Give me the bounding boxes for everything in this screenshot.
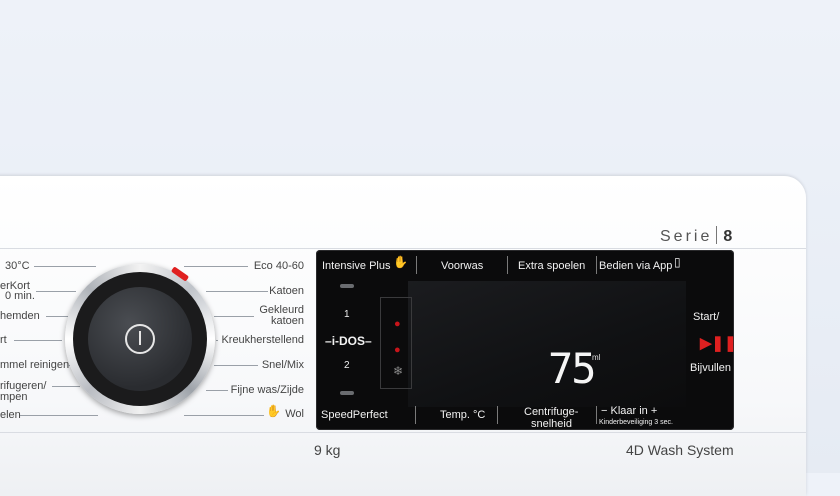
intensive-plus-button[interactable]: Intensive Plus	[322, 260, 390, 272]
program-selector-dial[interactable]	[65, 264, 215, 414]
control-panel-top-edge	[0, 248, 806, 249]
program-tick	[206, 390, 228, 391]
program-left-3: hemden	[0, 310, 40, 322]
idos-label[interactable]: –i-DOS–	[325, 334, 372, 348]
program-left-7: elen	[0, 409, 21, 421]
start-label: Start/	[693, 311, 720, 323]
program-tick	[184, 415, 264, 416]
control-panel-bottom-edge	[0, 432, 806, 433]
program-left-6b: mpen	[0, 391, 28, 403]
wool-icon: ✋	[266, 404, 281, 418]
temp-button[interactable]: Temp. °C	[440, 409, 485, 421]
serie-logo: Serie 8	[660, 226, 732, 246]
speedperfect-button[interactable]: SpeedPerfect	[321, 409, 388, 421]
program-tick	[14, 340, 62, 341]
extra-spoelen-button[interactable]: Extra spoelen	[518, 260, 585, 272]
program-left-2b: 0 min.	[5, 290, 35, 302]
power-button[interactable]	[88, 287, 192, 391]
separator	[415, 406, 416, 424]
separator	[416, 256, 417, 274]
separator	[507, 256, 508, 274]
child-lock-hint: Kinderbeveiliging 3 sec.	[599, 419, 673, 426]
bedien-via-app-button[interactable]: Bedien via App	[599, 260, 672, 272]
program-tick	[34, 266, 96, 267]
idos-slot-2[interactable]: 2	[344, 360, 350, 371]
serie-word: Serie	[660, 228, 713, 245]
bijvullen-label: Bijvullen	[690, 362, 731, 374]
program-eco: Eco 40-60	[253, 260, 304, 272]
voorwas-button[interactable]: Voorwas	[441, 260, 483, 272]
program-tick	[46, 316, 68, 317]
program-tick	[206, 291, 268, 292]
play-pause-icon[interactable]: ▶❚❚	[700, 334, 737, 352]
separator	[596, 256, 597, 274]
klaar-in-button[interactable]: − Klaar in +	[601, 405, 657, 417]
program-snel-mix: Snel/Mix	[261, 359, 304, 371]
divider	[716, 226, 718, 244]
idos-slot-1[interactable]: 1	[344, 309, 350, 320]
program-wol: Wol	[285, 408, 304, 420]
centrifuge-button[interactable]: Centrifuge-	[524, 406, 578, 418]
hand-icon: ✋	[393, 255, 408, 269]
program-tick	[20, 415, 98, 416]
program-tick	[214, 316, 254, 317]
dial-ring	[73, 272, 207, 406]
idos-led-bottom	[340, 391, 354, 395]
program-tick	[214, 365, 258, 366]
separator	[596, 406, 597, 424]
idos-label-text: i-DOS	[331, 334, 366, 348]
dose-value: 75	[548, 344, 597, 393]
idos-led-top	[340, 284, 354, 288]
program-kreukherstellend: Kreukherstellend	[221, 334, 304, 346]
program-tick	[36, 291, 76, 292]
system-label: 4D Wash System	[626, 442, 734, 458]
separator	[497, 406, 498, 424]
dose-unit: ml	[592, 353, 601, 362]
capacity-label: 9 kg	[314, 442, 341, 458]
program-katoen: Katoen	[269, 285, 304, 297]
snowflake-icon: ❄	[393, 364, 404, 378]
program-left-5: mmel reinigen	[0, 359, 70, 371]
serie-number: 8	[723, 228, 733, 245]
power-icon	[125, 324, 155, 354]
program-gekleurd-2: katoen	[270, 315, 304, 327]
program-tick	[184, 266, 248, 267]
drop-icon: ●	[394, 318, 401, 330]
display-window	[408, 281, 686, 407]
program-fijne-was: Fijne was/Zijde	[230, 384, 304, 396]
app-icon: ▯	[674, 255, 681, 269]
program-tick	[52, 386, 80, 387]
program-left-4: rt	[0, 334, 7, 346]
centrifuge-button-2[interactable]: snelheid	[531, 418, 572, 430]
drop-icon: ●	[394, 344, 401, 356]
program-left-1: 30°C	[5, 260, 30, 272]
